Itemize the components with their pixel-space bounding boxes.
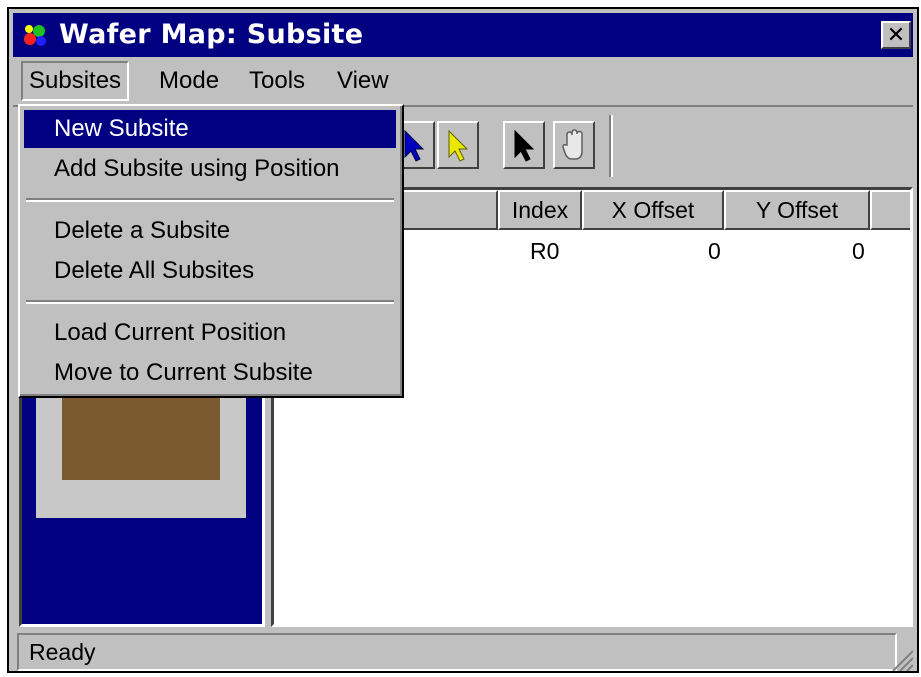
app-icon [24, 25, 46, 46]
menu-delete-all-subsites[interactable]: Delete All Subsites [24, 252, 396, 290]
menu-move-to-current-subsite[interactable]: Move to Current Subsite [24, 354, 396, 392]
close-button[interactable]: ✕ [881, 21, 911, 49]
resize-grip-icon[interactable] [887, 645, 913, 671]
toolbar-separator [609, 115, 613, 177]
menu-delete-a-subsite[interactable]: Delete a Subsite [24, 212, 396, 250]
window-title: Wafer Map: Subsite [59, 19, 364, 50]
status-bar: Ready [17, 633, 913, 671]
menu-separator [26, 198, 394, 202]
status-text: Ready [17, 633, 897, 671]
menu-add-subsite-using-position[interactable]: Add Subsite using Position [24, 150, 396, 188]
column-header-x-offset[interactable]: X Offset [582, 190, 724, 230]
menu-view-label: View [337, 67, 389, 94]
cell-index: R0 [530, 238, 560, 264]
black-arrow-icon [514, 129, 535, 162]
menu-new-subsite-label: New Subsite [54, 115, 189, 142]
menu-load-current-position[interactable]: Load Current Position [24, 314, 396, 352]
menu-tools-label: Tools [249, 67, 306, 94]
menu-add-subsite-using-position-label: Add Subsite using Position [54, 155, 340, 182]
hand-icon [562, 129, 583, 160]
column-header-index[interactable]: Index [498, 190, 582, 230]
menu-bar: Subsites Mode Tools View [13, 61, 913, 101]
menu-delete-a-subsite-label: Delete a Subsite [54, 217, 231, 244]
select-yellow-button[interactable] [437, 121, 479, 169]
menu-mode-label: Mode [159, 67, 220, 94]
subsites-menu: New Subsite Add Subsite using Position D… [18, 104, 404, 398]
pan-button[interactable] [553, 121, 595, 169]
close-icon: ✕ [886, 22, 906, 48]
menu-tools[interactable]: Tools [243, 61, 311, 101]
menu-new-subsite[interactable]: New Subsite [24, 110, 396, 148]
column-header-index-label: Index [511, 197, 569, 223]
menu-view[interactable]: View [331, 61, 395, 101]
menu-subsites-label: Subsites [29, 67, 122, 94]
cell-y-offset: 0 [852, 238, 865, 264]
yellow-arrow-icon [448, 129, 469, 162]
column-header-x-offset-label: X Offset [611, 197, 695, 223]
menu-move-to-current-subsite-label: Move to Current Subsite [54, 359, 313, 386]
menu-subsites[interactable]: Subsites [21, 61, 130, 101]
title-bar[interactable]: Wafer Map: Subsite ✕ [13, 13, 913, 57]
column-header-filler [870, 190, 910, 230]
menu-mode[interactable]: Mode [153, 61, 225, 101]
menu-load-current-position-label: Load Current Position [54, 319, 287, 346]
menu-separator [26, 300, 394, 304]
select-black-button[interactable] [503, 121, 545, 169]
menu-delete-all-subsites-label: Delete All Subsites [54, 257, 255, 284]
column-header-y-offset-label: Y Offset [755, 197, 839, 223]
cell-x-offset: 0 [708, 238, 721, 264]
column-header-y-offset[interactable]: Y Offset [724, 190, 870, 230]
